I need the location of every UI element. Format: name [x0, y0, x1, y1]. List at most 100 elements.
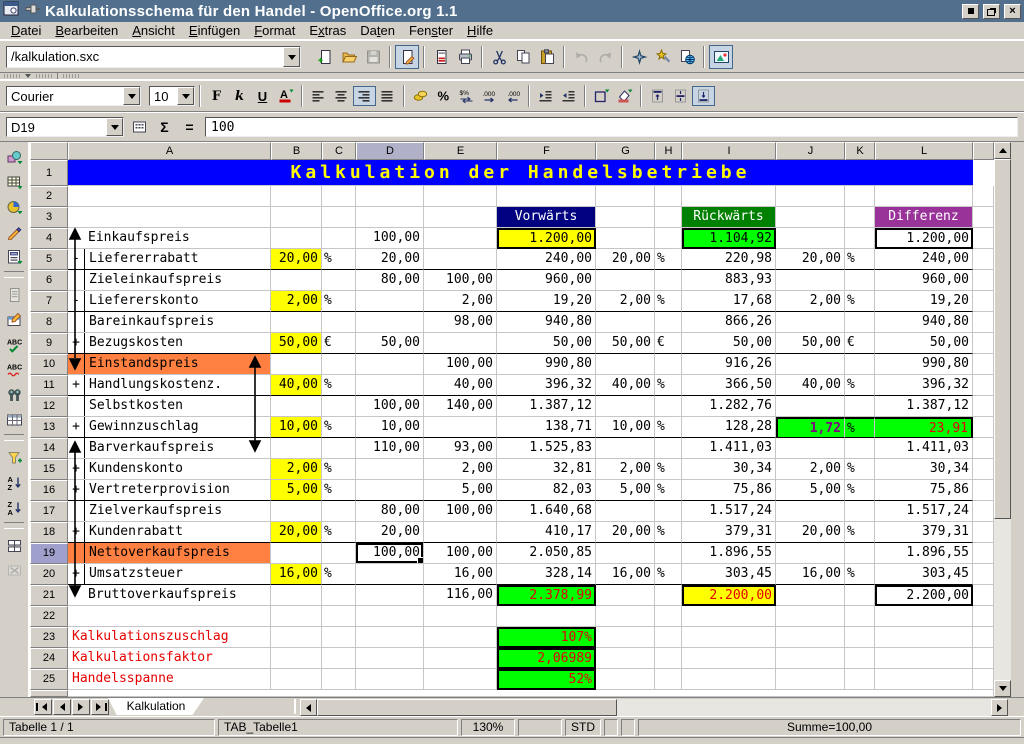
cell-B8[interactable]: [271, 312, 322, 333]
add-decimal-icon[interactable]: .000: [478, 86, 501, 106]
print-file-icon[interactable]: [453, 45, 477, 69]
autospellcheck-icon[interactable]: ABC: [1, 357, 27, 382]
cell-L25[interactable]: [875, 669, 973, 690]
cell-H10[interactable]: [655, 354, 682, 375]
cell-I8[interactable]: 866,26: [682, 312, 776, 333]
autopilot-icon[interactable]: [651, 45, 675, 69]
cell-J23[interactable]: [776, 627, 845, 648]
edit-file-icon[interactable]: [395, 45, 419, 69]
cell-I23[interactable]: [682, 627, 776, 648]
cell-A6[interactable]: Zieleinkaufspreis: [68, 270, 271, 291]
grip-handle[interactable]: [4, 74, 20, 78]
cell-J5[interactable]: 20,00: [776, 249, 845, 270]
minimize-button[interactable]: [962, 4, 979, 19]
cell-H15[interactable]: %: [655, 459, 682, 480]
gallery-icon[interactable]: [709, 45, 733, 69]
cell-F25[interactable]: 52%: [497, 669, 596, 690]
cell-I17[interactable]: 1.517,24: [682, 501, 776, 522]
cell-J17[interactable]: [776, 501, 845, 522]
font-name[interactable]: Courier: [7, 87, 123, 105]
cell-F23[interactable]: 107%: [497, 627, 596, 648]
cell-H22[interactable]: [655, 606, 682, 627]
cell-K8[interactable]: [845, 312, 875, 333]
cell-G24[interactable]: [596, 648, 655, 669]
row-header-24[interactable]: 24: [30, 648, 68, 669]
cell-C17[interactable]: [322, 501, 356, 522]
standard-format-icon[interactable]: $%: [455, 86, 478, 106]
cell-K19[interactable]: [845, 543, 875, 564]
draw-functions-icon[interactable]: [1, 219, 27, 244]
cell-C13[interactable]: %: [322, 417, 356, 438]
row-header-15[interactable]: 15: [30, 459, 68, 480]
sheet-title-cell[interactable]: Kalkulation der Handelsbetriebe: [68, 160, 973, 186]
cell-B22[interactable]: [271, 606, 322, 627]
cell-A13[interactable]: +Gewinnzuschlag: [68, 417, 271, 438]
cell-filler[interactable]: [973, 186, 994, 207]
cell-D6[interactable]: 80,00: [356, 270, 424, 291]
cell-D5[interactable]: 20,00: [356, 249, 424, 270]
row-header-7[interactable]: 7: [30, 291, 68, 312]
row-header-23[interactable]: 23: [30, 627, 68, 648]
cell-B17[interactable]: [271, 501, 322, 522]
cell-B15[interactable]: 2,00: [271, 459, 322, 480]
row-header-14[interactable]: 14: [30, 438, 68, 459]
hyperlink-icon[interactable]: [675, 45, 699, 69]
cell-E17[interactable]: 100,00: [424, 501, 497, 522]
cell-C20[interactable]: %: [322, 564, 356, 585]
cell-K11[interactable]: %: [845, 375, 875, 396]
cell-F4[interactable]: 1.200,00: [497, 228, 596, 249]
cell-I18[interactable]: 379,31: [682, 522, 776, 543]
row-header-2[interactable]: 2: [30, 186, 68, 207]
row-header-9[interactable]: 9: [30, 333, 68, 354]
cell-J20[interactable]: 16,00: [776, 564, 845, 585]
cell-K25[interactable]: [845, 669, 875, 690]
cell-L10[interactable]: 990,80: [875, 354, 973, 375]
cell-B4[interactable]: [271, 228, 322, 249]
column-header-I[interactable]: I: [682, 142, 776, 160]
export-pdf-icon[interactable]: [429, 45, 453, 69]
cell-G7[interactable]: 2,00: [596, 291, 655, 312]
cell-H17[interactable]: [655, 501, 682, 522]
cell-K5[interactable]: %: [845, 249, 875, 270]
next-sheet-icon[interactable]: [72, 699, 90, 715]
cell-H24[interactable]: [655, 648, 682, 669]
cell-H4[interactable]: [655, 228, 682, 249]
cell-filler[interactable]: [973, 417, 994, 438]
cell-G22[interactable]: [596, 606, 655, 627]
cell-H13[interactable]: %: [655, 417, 682, 438]
cell-K17[interactable]: [845, 501, 875, 522]
cell-filler[interactable]: [973, 312, 994, 333]
cell-D3[interactable]: [356, 207, 424, 228]
cell-G5[interactable]: 20,00: [596, 249, 655, 270]
cell-filler[interactable]: [973, 585, 994, 606]
cell-A23[interactable]: Kalkulationszuschlag: [68, 627, 271, 648]
cell-B19[interactable]: [271, 543, 322, 564]
cell-F9[interactable]: 50,00: [497, 333, 596, 354]
cell-J10[interactable]: [776, 354, 845, 375]
formula-input[interactable]: [205, 117, 1018, 137]
cell-E9[interactable]: [424, 333, 497, 354]
select-all-corner[interactable]: [30, 142, 68, 160]
cell-filler[interactable]: [973, 543, 994, 564]
cell-H3[interactable]: [655, 207, 682, 228]
align-bottom-icon[interactable]: [692, 86, 715, 106]
cell-A14[interactable]: Barverkaufspreis: [68, 438, 271, 459]
cell-C9[interactable]: €: [322, 333, 356, 354]
cell-I6[interactable]: 883,93: [682, 270, 776, 291]
cell-J6[interactable]: [776, 270, 845, 291]
cell-A15[interactable]: +Kundenskonto: [68, 459, 271, 480]
sort-ascending-icon[interactable]: AZ: [1, 470, 27, 495]
cell-L3[interactable]: Differenz: [875, 207, 973, 228]
cell-I25[interactable]: [682, 669, 776, 690]
cell-G15[interactable]: 2,00: [596, 459, 655, 480]
cell-E14[interactable]: 93,00: [424, 438, 497, 459]
cell-D11[interactable]: [356, 375, 424, 396]
cell-A2[interactable]: [68, 186, 271, 207]
row-header-4[interactable]: 4: [30, 228, 68, 249]
cell-F16[interactable]: 82,03: [497, 480, 596, 501]
insert-chart-icon[interactable]: [1, 194, 27, 219]
cell-B3[interactable]: [271, 207, 322, 228]
cell-D8[interactable]: [356, 312, 424, 333]
underline-icon[interactable]: U: [251, 86, 274, 106]
cell-L9[interactable]: 50,00: [875, 333, 973, 354]
